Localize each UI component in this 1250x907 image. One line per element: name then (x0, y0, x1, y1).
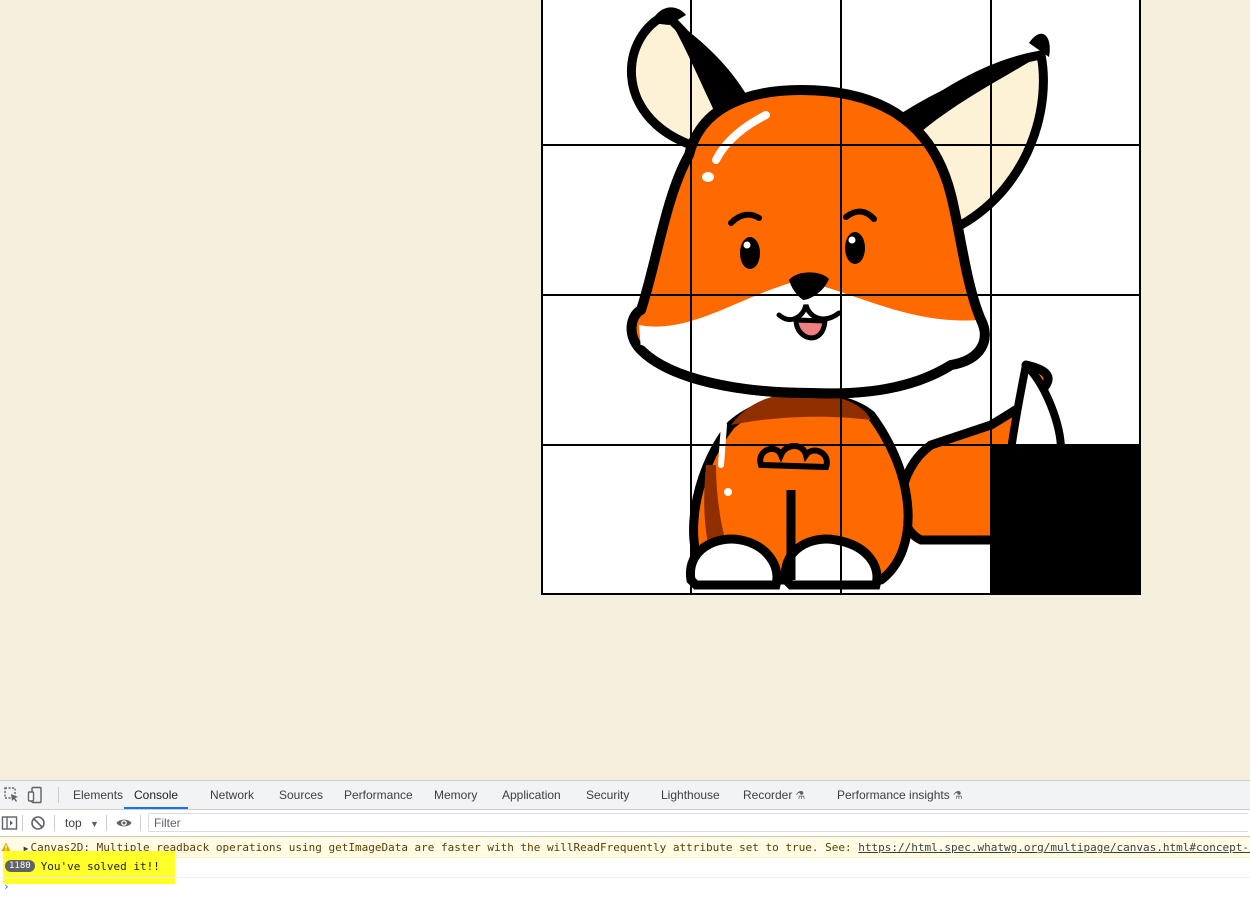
console-prompt[interactable]: › (0, 878, 1250, 896)
inspect-element-icon[interactable] (3, 786, 21, 804)
tab-console[interactable]: Console (124, 781, 189, 809)
experimental-flask-icon: ⚗ (795, 790, 806, 802)
console-warning-message: ▶ Canvas2D: Multiple readback operations … (0, 837, 1250, 858)
tab-performance-insights-label: Performance insights (837, 788, 950, 802)
warning-link[interactable]: https://html.spec.whatwg.org/multipage/c… (858, 841, 1250, 854)
log-text: You've solved it!! (40, 860, 160, 873)
toolbar-separator (58, 787, 59, 803)
dropdown-arrow-icon: ▼ (90, 819, 99, 829)
console-sidebar-icon[interactable] (1, 814, 19, 832)
empty-tile (991, 445, 1141, 595)
toolbar-separator (54, 815, 55, 831)
console-messages: ▶ Canvas2D: Multiple readback operations … (0, 837, 1250, 907)
sliding-puzzle-board[interactable] (541, 0, 1141, 595)
devtools-tab-bar: Elements Console Network Sources Perform… (0, 781, 1250, 810)
tab-security[interactable]: Security (586, 781, 629, 808)
tab-recorder[interactable]: Recorder ⚗ (743, 781, 805, 808)
devtools-panel: Elements Console Network Sources Perform… (0, 780, 1250, 907)
tab-recorder-label: Recorder (743, 788, 793, 802)
tab-lighthouse[interactable]: Lighthouse (661, 781, 720, 808)
tab-elements[interactable]: Elements (73, 781, 123, 808)
console-filter-input[interactable] (148, 813, 1248, 832)
device-toggle-icon[interactable] (27, 786, 45, 804)
experimental-flask-icon: ⚗ (952, 790, 963, 802)
toolbar-separator (140, 815, 141, 831)
context-selector[interactable]: top ▼ (59, 814, 105, 832)
tab-sources[interactable]: Sources (279, 781, 323, 808)
context-selector-value: top (65, 816, 82, 830)
tab-application[interactable]: Application (502, 781, 561, 808)
tab-network[interactable]: Network (210, 781, 254, 808)
toolbar-separator (22, 815, 23, 831)
tab-memory[interactable]: Memory (434, 781, 477, 808)
tab-performance-insights[interactable]: Performance insights ⚗ (837, 781, 963, 808)
clear-console-icon[interactable] (29, 814, 47, 832)
puzzle-canvas[interactable] (541, 0, 1141, 595)
prompt-chevron-icon: › (3, 880, 10, 893)
tab-performance[interactable]: Performance (344, 781, 413, 808)
console-toolbar: top ▼ (0, 810, 1250, 837)
toolbar-separator (106, 815, 107, 831)
live-expression-eye-icon[interactable] (115, 814, 133, 832)
repeat-count-badge: 1180 (5, 860, 35, 872)
console-log-message: 1180 You've solved it!! (0, 857, 1250, 878)
